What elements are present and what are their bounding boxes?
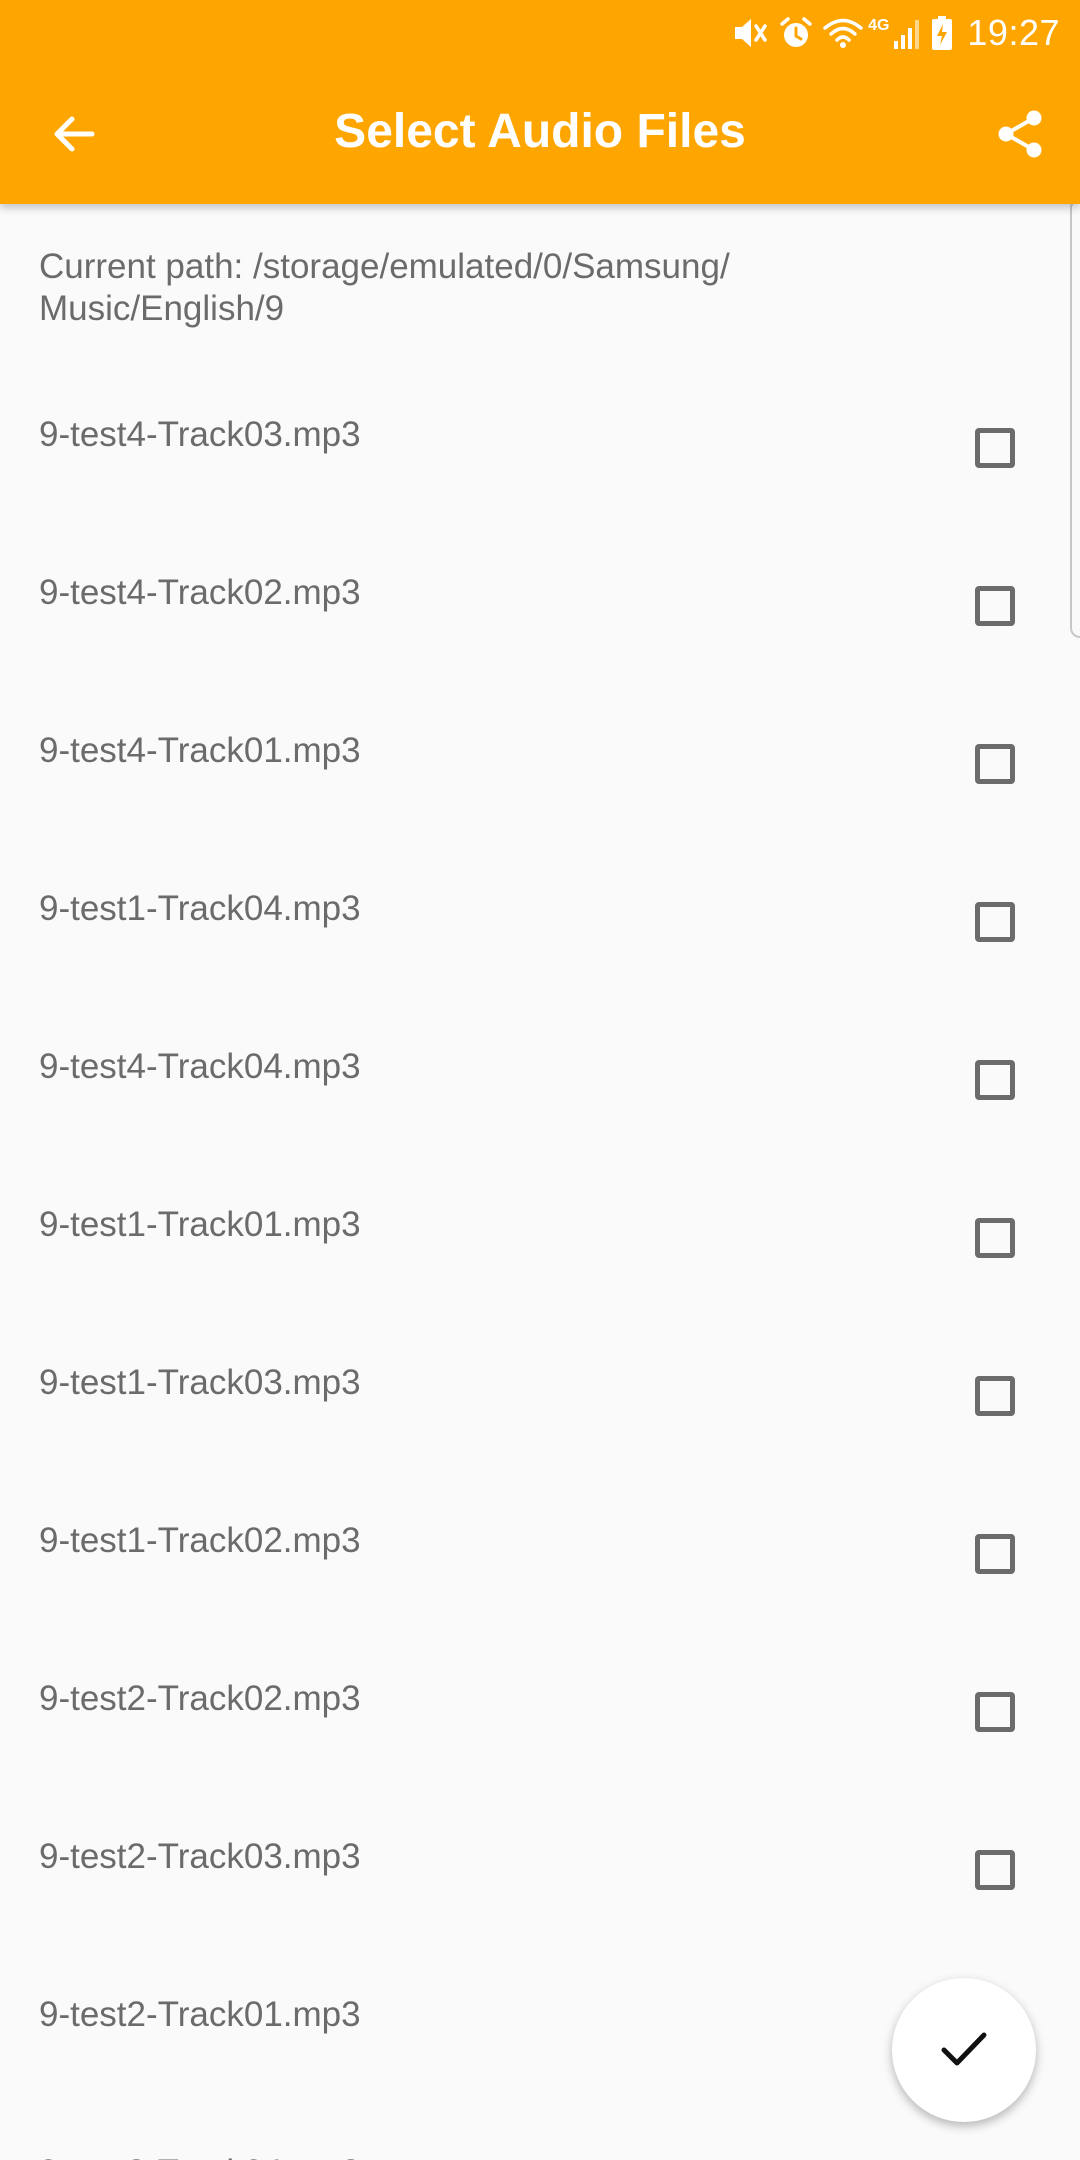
file-row[interactable]: 9-test2-Track02.mp3 — [0, 1622, 1080, 1780]
share-button[interactable] — [980, 96, 1060, 176]
file-name: 9-test4-Track04.mp3 — [39, 1047, 361, 1086]
file-row[interactable]: 9-test4-Track02.mp3 — [0, 516, 1080, 674]
file-row[interactable]: 9-test4-Track04.mp3 — [0, 990, 1080, 1148]
file-name: 9-test4-Track02.mp3 — [39, 573, 361, 612]
file-checkbox[interactable] — [975, 1534, 1015, 1574]
file-checkbox[interactable] — [975, 1692, 1015, 1732]
file-checkbox[interactable] — [975, 744, 1015, 784]
file-list: 9-test4-Track03.mp3 9-test4-Track02.mp3 9-… — [0, 358, 1080, 2160]
mute-icon — [732, 15, 770, 51]
file-name: 9-test4-Track01.mp3 — [39, 731, 361, 770]
file-row[interactable]: 9-test1-Track04.mp3 — [0, 832, 1080, 990]
file-row[interactable]: 9-test2-Track03.mp3 — [0, 1780, 1080, 1938]
file-checkbox[interactable] — [975, 902, 1015, 942]
checkmark-icon — [936, 2020, 992, 2081]
file-name: 9-test2-Track02.mp3 — [39, 1679, 361, 1718]
file-row[interactable]: 9-test1-Track01.mp3 — [0, 1148, 1080, 1306]
signal-icon — [893, 15, 923, 51]
file-row[interactable]: 9-test1-Track03.mp3 — [0, 1306, 1080, 1464]
network-type-label: 4G — [868, 17, 890, 34]
file-row[interactable]: 9-test4-Track01.mp3 — [0, 674, 1080, 832]
wifi-icon — [822, 15, 864, 51]
file-name: 9-test1-Track01.mp3 — [39, 1205, 361, 1244]
screen: 4G 19:27 Select Audio Files Current path… — [0, 0, 1080, 2160]
file-checkbox[interactable] — [975, 428, 1015, 468]
file-name: 9-test2-Track03.mp3 — [39, 1837, 361, 1876]
file-checkbox[interactable] — [975, 1850, 1015, 1890]
file-row[interactable]: 9-test4-Track03.mp3 — [0, 358, 1080, 516]
top-bar: 4G 19:27 Select Audio Files — [0, 0, 1080, 204]
file-name: 9-test1-Track02.mp3 — [39, 1521, 361, 1560]
confirm-button[interactable] — [892, 1978, 1036, 2122]
file-checkbox[interactable] — [975, 1376, 1015, 1416]
status-time: 19:27 — [967, 12, 1060, 53]
current-path: Current path: /storage/emulated/0/Samsun… — [39, 247, 730, 328]
file-name: 9-test2-Track04.mp3 — [39, 2152, 361, 2160]
file-checkbox[interactable] — [975, 1218, 1015, 1258]
file-checkbox[interactable] — [975, 1060, 1015, 1100]
status-bar: 4G 19:27 — [0, 0, 1080, 66]
alarm-icon — [778, 15, 814, 51]
battery-charging-icon — [931, 15, 953, 51]
share-icon — [994, 108, 1046, 165]
scroll-indicator[interactable] — [1070, 198, 1080, 638]
file-name: 9-test2-Track01.mp3 — [39, 1995, 361, 2034]
app-bar: Select Audio Files — [0, 66, 1080, 204]
file-name: 9-test1-Track04.mp3 — [39, 889, 361, 928]
file-row[interactable]: 9-test1-Track02.mp3 — [0, 1464, 1080, 1622]
file-name: 9-test1-Track03.mp3 — [39, 1363, 361, 1402]
file-checkbox[interactable] — [975, 586, 1015, 626]
page-title: Select Audio Files — [334, 105, 746, 158]
status-icons: 4G 19:27 — [732, 10, 1060, 56]
file-name: 9-test4-Track03.mp3 — [39, 415, 361, 454]
